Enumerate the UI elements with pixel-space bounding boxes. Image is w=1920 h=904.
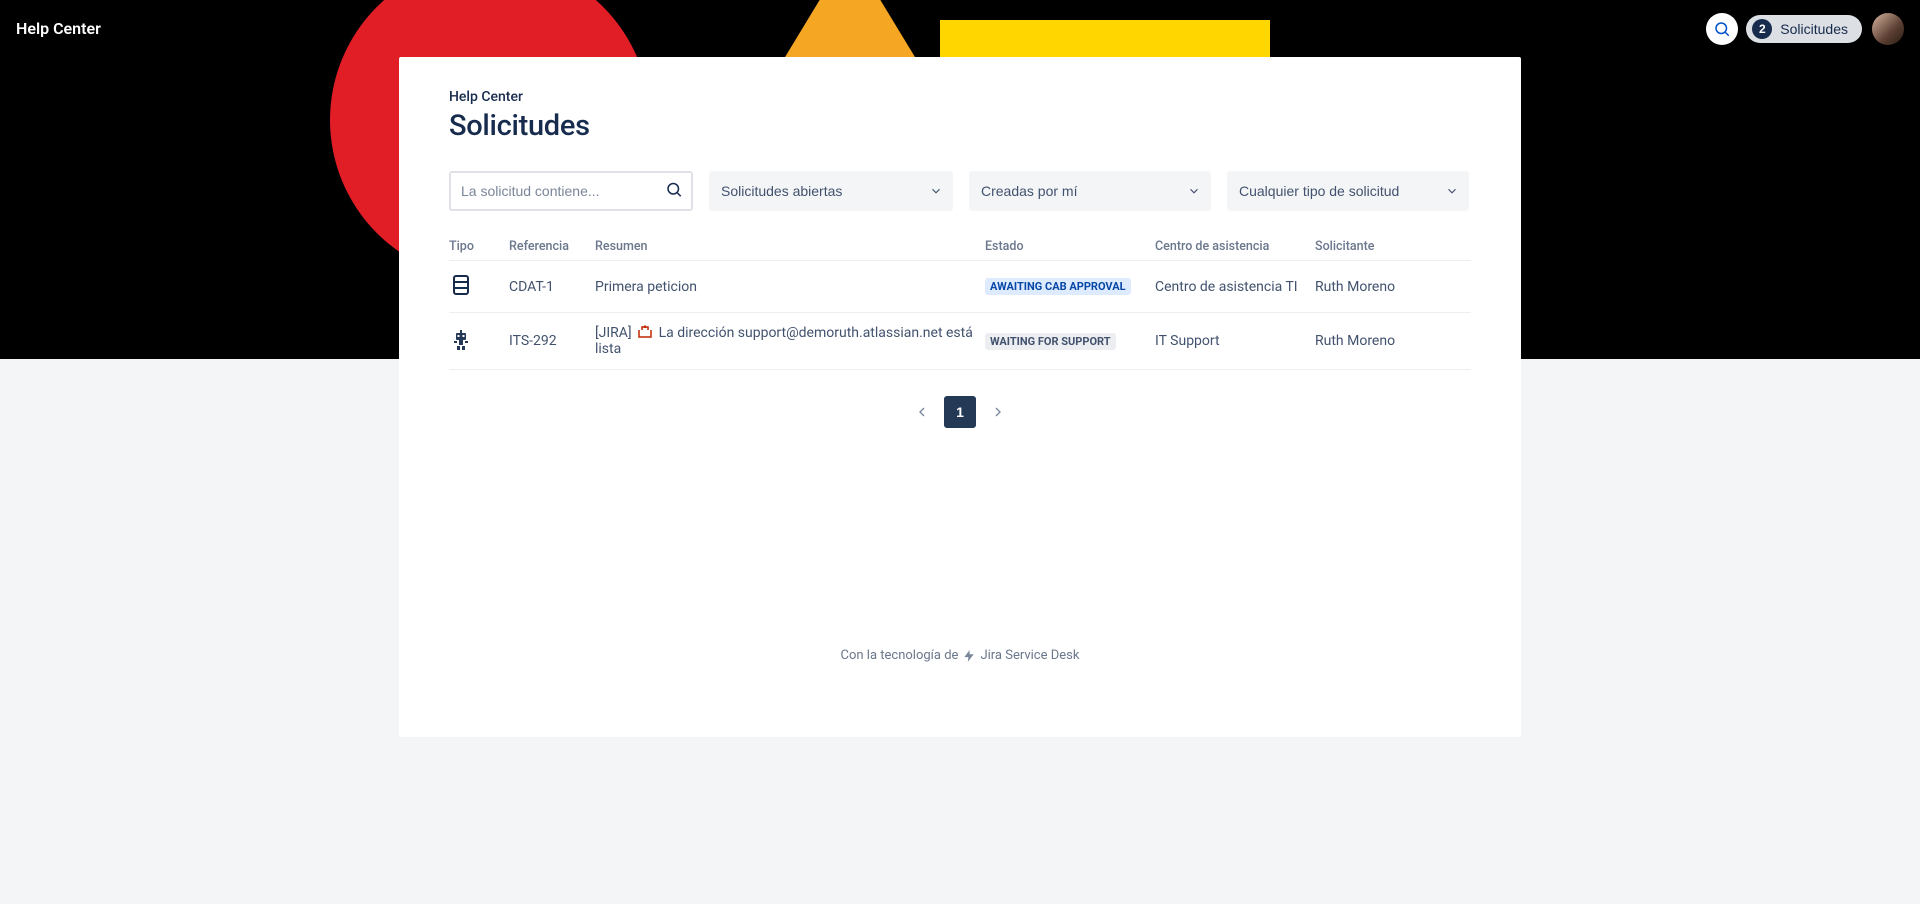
page-title: Solicitudes [449,109,1471,143]
page-number-current[interactable]: 1 [944,396,976,428]
col-header-summary[interactable]: Resumen [595,233,985,261]
cell-reference: ITS-292 [509,313,595,370]
chevron-down-icon [1445,184,1459,198]
footer: Con la tecnología de Jira Service Desk [449,428,1471,663]
search-input[interactable] [449,171,693,211]
status-badge: WAITING FOR SUPPORT [985,333,1116,350]
cell-summary: Primera peticion [595,261,985,313]
chevron-down-icon [929,184,943,198]
cell-service-desk: IT Support [1155,313,1315,370]
footer-powered-by: Con la tecnología de [841,648,959,663]
cell-reference: CDAT-1 [509,261,595,313]
page-next-button[interactable] [982,396,1014,428]
col-header-service-desk[interactable]: Centro de asistencia [1155,233,1315,261]
col-header-status[interactable]: Estado [985,233,1155,261]
search-submit-button[interactable] [661,177,687,206]
col-header-reference[interactable]: Referencia [509,233,595,261]
requests-pill[interactable]: 2 Solicitudes [1746,15,1862,43]
page-card: Help Center Solicitudes Solicitudes abie… [399,57,1521,737]
filter-status-dropdown[interactable]: Solicitudes abiertas [709,171,953,211]
table-row[interactable]: CDAT-1 Primera peticion AWAITING CAB APP… [449,261,1471,313]
topbar-title[interactable]: Help Center [16,19,101,38]
search-wrap [449,171,693,211]
filter-status-label: Solicitudes abiertas [721,183,842,199]
filter-type-label: Cualquier tipo de solicitud [1239,183,1399,199]
cell-service-desk: Centro de asistencia TI [1155,261,1315,313]
filter-type-dropdown[interactable]: Cualquier tipo de solicitud [1227,171,1469,211]
bolt-icon [962,649,976,663]
avatar[interactable] [1872,13,1904,45]
page-prev-button[interactable] [906,396,938,428]
support-bot-icon [449,328,473,352]
chevron-down-icon [1187,184,1201,198]
status-badge: AWAITING CAB APPROVAL [985,278,1131,295]
requests-count-badge: 2 [1752,19,1772,39]
col-header-requester[interactable]: Solicitante [1315,233,1471,261]
summary-prefix: [JIRA] [595,325,635,341]
requests-pill-label: Solicitudes [1780,21,1848,37]
topbar: Help Center 2 Solicitudes [0,0,1920,57]
filter-creator-label: Creadas por mí [981,183,1077,199]
cell-requester: Ruth Moreno [1315,313,1471,370]
global-search-button[interactable] [1706,13,1738,45]
col-header-type[interactable]: Tipo [449,233,509,261]
change-icon [449,273,473,297]
search-icon [665,181,683,199]
cell-summary: [JIRA] La dirección support@demoruth.atl… [595,313,985,370]
filters-bar: Solicitudes abiertas Creadas por mí Cual… [449,171,1471,211]
mail-tray-icon [637,325,653,339]
chevron-left-icon [914,404,930,420]
cell-requester: Ruth Moreno [1315,261,1471,313]
requests-table: Tipo Referencia Resumen Estado Centro de… [449,233,1471,370]
chevron-right-icon [990,404,1006,420]
filter-creator-dropdown[interactable]: Creadas por mí [969,171,1211,211]
breadcrumb[interactable]: Help Center [449,89,1471,105]
search-icon [1713,20,1731,38]
footer-product[interactable]: Jira Service Desk [980,648,1079,663]
pagination: 1 [449,396,1471,428]
table-row[interactable]: ITS-292 [JIRA] La dirección support@demo… [449,313,1471,370]
